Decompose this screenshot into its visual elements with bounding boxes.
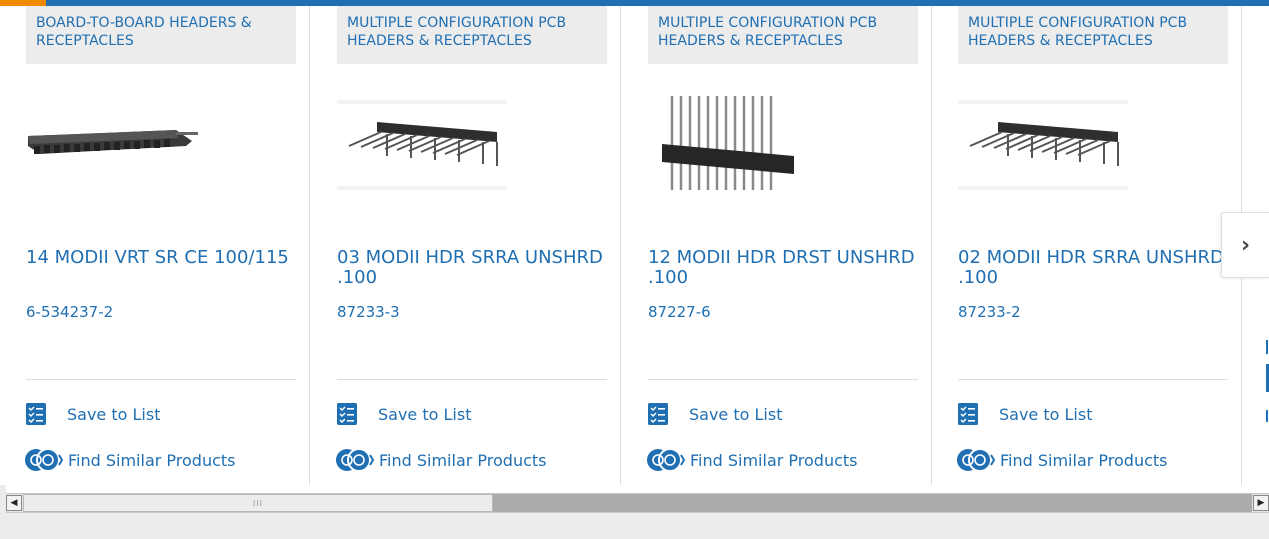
category-badge[interactable]: MULTIPLE CONFIGURATION PCB HEADERS & REC… [337, 6, 607, 64]
product-image[interactable] [26, 94, 198, 194]
product-card: MULTIPLE CONFIGURATION PCB HEADERS & REC… [311, 6, 621, 485]
product-title[interactable]: 12 MODII HDR DRST UNSHRD .100 [648, 248, 918, 288]
find-similar-icon [24, 447, 64, 473]
part-number[interactable]: 87233-3 [337, 303, 400, 321]
part-number[interactable]: 6-534237-2 [26, 303, 113, 321]
scroll-right-button[interactable]: ▶ [1253, 495, 1269, 511]
category-badge[interactable]: BOARD-TO-BOARD HEADERS & RECEPTACLES [26, 6, 296, 64]
arrow-right-icon: ▶ [1257, 498, 1265, 508]
scrollbar-thumb[interactable]: III [23, 494, 493, 512]
product-image[interactable] [337, 94, 509, 194]
product-title[interactable]: 14 MODII VRT SR CE 100/115 [26, 248, 296, 268]
horizontal-scrollbar[interactable]: ◀ III ▶ [6, 493, 1269, 513]
save-to-list-button[interactable]: Save to List [26, 401, 160, 427]
product-title[interactable]: 02 MODII HDR SRRA UNSHRD .100 [958, 248, 1228, 288]
save-to-list-label: Save to List [689, 404, 783, 424]
scroll-left-button[interactable]: ◀ [6, 495, 22, 511]
product-title[interactable]: 03 MODII HDR SRRA UNSHRD .100 [337, 248, 607, 288]
category-badge[interactable]: MULTIPLE CONFIGURATION PCB HEADERS & REC… [958, 6, 1228, 64]
category-badge[interactable]: MULTIPLE CONFIGURATION PCB HEADERS & REC… [648, 6, 918, 64]
save-to-list-button[interactable]: Save to List [958, 401, 1092, 427]
checklist-icon [337, 403, 357, 425]
category-label: MULTIPLE CONFIGURATION PCB HEADERS & REC… [347, 15, 567, 49]
next-card-peek-text [1266, 410, 1268, 422]
product-image[interactable] [648, 94, 820, 194]
card-separator [620, 6, 621, 485]
divider [26, 379, 296, 380]
find-similar-label: Find Similar Products [379, 450, 547, 470]
checklist-icon [648, 403, 668, 425]
product-image[interactable] [958, 94, 1130, 194]
part-number[interactable]: 87233-2 [958, 303, 1021, 321]
category-label: BOARD-TO-BOARD HEADERS & RECEPTACLES [36, 15, 252, 49]
find-similar-icon [956, 447, 996, 473]
find-similar-products-button[interactable]: Find Similar Products [24, 447, 236, 473]
save-to-list-button[interactable]: Save to List [337, 401, 471, 427]
find-similar-label: Find Similar Products [690, 450, 858, 470]
save-to-list-button[interactable]: Save to List [648, 401, 782, 427]
product-card: MULTIPLE CONFIGURATION PCB HEADERS & REC… [932, 6, 1242, 485]
product-card: MULTIPLE CONFIGURATION PCB HEADERS & REC… [622, 6, 932, 485]
next-card-peek [1266, 340, 1268, 354]
find-similar-products-button[interactable]: Find Similar Products [956, 447, 1168, 473]
footer-strip [0, 513, 1269, 539]
arrow-left-icon: ◀ [10, 498, 18, 508]
category-label: MULTIPLE CONFIGURATION PCB HEADERS & REC… [658, 15, 878, 49]
divider [648, 379, 918, 380]
divider [958, 379, 1228, 380]
chevron-right-icon: › [1240, 232, 1251, 258]
part-number[interactable]: 87227-6 [648, 303, 711, 321]
checklist-icon [26, 403, 46, 425]
card-separator [309, 6, 310, 485]
find-similar-icon [646, 447, 686, 473]
find-similar-label: Find Similar Products [1000, 450, 1168, 470]
divider [337, 379, 607, 380]
save-to-list-label: Save to List [999, 404, 1093, 424]
grip-icon: III [252, 498, 264, 508]
checklist-icon [958, 403, 978, 425]
product-carousel: BOARD-TO-BOARD HEADERS & RECEPTACLES 14 … [0, 6, 1269, 485]
category-label: MULTIPLE CONFIGURATION PCB HEADERS & REC… [968, 15, 1188, 49]
find-similar-products-button[interactable]: Find Similar Products [335, 447, 547, 473]
find-similar-icon [335, 447, 375, 473]
find-similar-label: Find Similar Products [68, 450, 236, 470]
carousel-next-button[interactable]: › [1221, 212, 1269, 278]
save-to-list-label: Save to List [378, 404, 472, 424]
find-similar-products-button[interactable]: Find Similar Products [646, 447, 858, 473]
save-to-list-label: Save to List [67, 404, 161, 424]
product-card: BOARD-TO-BOARD HEADERS & RECEPTACLES 14 … [0, 6, 310, 485]
